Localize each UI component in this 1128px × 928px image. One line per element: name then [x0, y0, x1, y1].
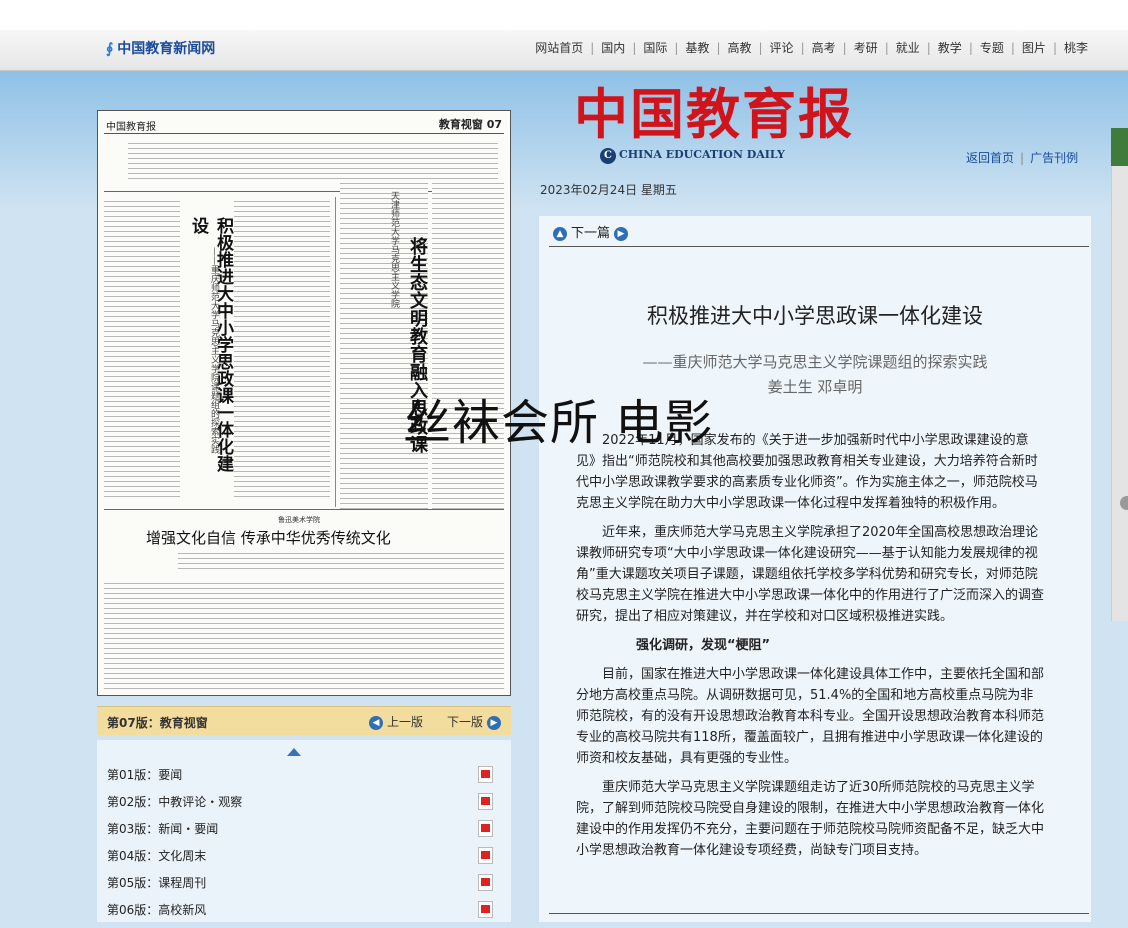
- paper-header: 中国教育报 教育视窗 07: [104, 115, 504, 134]
- nav-link-basic-edu[interactable]: 基教: [685, 41, 709, 55]
- masthead-logo: 中国教育报: [574, 82, 854, 146]
- article-top-rule: [549, 246, 1089, 247]
- side-tab[interactable]: [1111, 128, 1128, 166]
- masthead-links: 返回首页 | 广告刊例: [966, 151, 1079, 165]
- paper-rule: [104, 509, 504, 510]
- paper-header-section: 教育视窗 07: [438, 118, 502, 131]
- paper-banner-title[interactable]: 增强文化自信 传承中华优秀传统文化: [146, 527, 391, 548]
- article-bottom-rule: [549, 913, 1089, 914]
- scroll-up-icon[interactable]: [287, 748, 301, 756]
- paper-headline-2-org: 天津师范大学马克思主义学院: [389, 191, 399, 308]
- side-dot-icon[interactable]: [1120, 496, 1128, 510]
- nav-link-comment[interactable]: 评论: [770, 41, 794, 55]
- pdf-icon[interactable]: [478, 766, 493, 783]
- pdf-icon[interactable]: [478, 901, 493, 918]
- overlay-text: 丝袜会所 电影: [403, 395, 714, 451]
- nav-link-international[interactable]: 国际: [643, 41, 667, 55]
- site-logo[interactable]: ∮ 中国教育新闻网: [106, 38, 215, 58]
- page-list-item[interactable]: 第04版：文化周末: [107, 847, 503, 874]
- issue-date: 2023年02月24日 星期五: [540, 183, 677, 197]
- paper-text-block: [104, 581, 504, 691]
- nav-link-domestic[interactable]: 国内: [601, 41, 625, 55]
- pdf-icon[interactable]: [478, 793, 493, 810]
- pdf-icon[interactable]: [478, 820, 493, 837]
- site-nav-bar: ∮ 中国教育新闻网 网站首页 | 国内 | 国际 | 基教 | 高教 | 评论 | 高考 | 考研 | 就业 | 教学…: [0, 30, 1128, 71]
- article-title: 积极推进大中小学思政课一体化建设: [647, 304, 983, 328]
- page-list-item[interactable]: 第06版：高校新风: [107, 901, 503, 928]
- page-list-item[interactable]: 第05版：课程周刊: [107, 874, 503, 901]
- page-list-item[interactable]: 第01版：要闻: [107, 766, 503, 793]
- page-list-item[interactable]: 第03版：新闻・要闻: [107, 820, 503, 847]
- pdf-icon[interactable]: [478, 874, 493, 891]
- nav-link-gaokao[interactable]: 高考: [812, 41, 836, 55]
- main-nav: 网站首页 | 国内 | 国际 | 基教 | 高教 | 评论 | 高考 | 考研 | 就业 | 教学 | 专题 | 图片 | 桃李: [535, 41, 1088, 55]
- masthead-english: C CHINA EDUCATION DAILY: [600, 148, 785, 164]
- nav-link-home[interactable]: 网站首页: [535, 41, 583, 55]
- page-nav-bar: 第07版：教育视窗 ◀ 上一版 下一版 ▶: [97, 706, 511, 735]
- nav-link-photos[interactable]: 图片: [1022, 41, 1046, 55]
- nav-link-jobs[interactable]: 就业: [896, 41, 920, 55]
- article-panel: ▲ 下一篇 ▶ 积极推进大中小学思政课一体化建设 ——重庆师范大学马克思主义学院课题…: [539, 216, 1091, 922]
- nav-link-taoli[interactable]: 桃李: [1064, 41, 1088, 55]
- paper-text-block: [128, 141, 498, 183]
- nav-link-teaching[interactable]: 教学: [938, 41, 962, 55]
- article-paragraph: 近年来，重庆师范大学马克思主义学院承担了2020年全国高校思想政治理论课教师研究…: [576, 525, 1045, 624]
- back-home-link[interactable]: 返回首页: [966, 151, 1014, 165]
- next-article-button[interactable]: ▲ 下一篇 ▶: [549, 222, 632, 241]
- paper-text-block: [234, 199, 330, 499]
- prev-page-button[interactable]: ◀ 上一版: [365, 713, 423, 730]
- paper-header-title: 中国教育报: [106, 122, 156, 133]
- article-body: 2022年11月，国家发布的《关于进一步加强新时代中小学思政课建设的意见》指出“…: [576, 430, 1046, 910]
- arrow-left-icon: ◀: [369, 715, 383, 730]
- ad-rates-link[interactable]: 广告刊例: [1030, 151, 1078, 165]
- paper-text-block: [432, 181, 504, 511]
- page-list: 第01版：要闻 第02版：中教评论・观察 第03版：新闻・要闻 第04版：文化周…: [107, 766, 503, 928]
- pdf-icon[interactable]: [478, 847, 493, 864]
- article-paragraph: 重庆师范大学马克思主义学院课题组走访了近30所师范院校的马克思主义学院，了解到师…: [576, 780, 1045, 858]
- paper-headline-1-sub: ——重庆师范大学马克思主义学院课题组的探索实践: [209, 247, 219, 454]
- next-page-button[interactable]: 下一版 ▶: [447, 713, 505, 730]
- nav-link-kaoyan[interactable]: 考研: [854, 41, 878, 55]
- article-section-heading: 强化调研，发现“梗阻”: [636, 638, 771, 653]
- article-paragraph: 目前，国家在推进大中小学思政课一体化建设具体工作中，主要依托全国和部分地方高校重…: [576, 667, 1045, 766]
- nav-link-topics[interactable]: 专题: [980, 41, 1004, 55]
- logo-mark-icon: ∮: [106, 41, 114, 57]
- paper-text-block: [178, 551, 504, 573]
- page-list-item[interactable]: 第02版：中教评论・观察: [107, 793, 503, 820]
- arrow-up-icon: ▲: [553, 226, 567, 241]
- arrow-right-icon: ▶: [614, 226, 629, 241]
- article-subtitle: ——重庆师范大学马克思主义学院课题组的探索实践: [642, 353, 988, 371]
- paper-banner-org: 鲁迅美术学院: [278, 516, 320, 524]
- top-whitespace: [0, 0, 1128, 30]
- arrow-right-icon: ▶: [487, 715, 502, 730]
- globe-icon: C: [600, 148, 616, 164]
- paper-text-block: [104, 199, 180, 499]
- paper-column-rule: [335, 197, 336, 507]
- side-panel: [1111, 166, 1128, 621]
- nav-link-higher-edu[interactable]: 高教: [727, 41, 751, 55]
- page-list-panel: 第01版：要闻 第02版：中教评论・观察 第03版：新闻・要闻 第04版：文化周…: [97, 740, 511, 922]
- site-logo-text: 中国教育新闻网: [117, 41, 216, 57]
- current-page-title: 第07版：教育视窗: [107, 716, 208, 730]
